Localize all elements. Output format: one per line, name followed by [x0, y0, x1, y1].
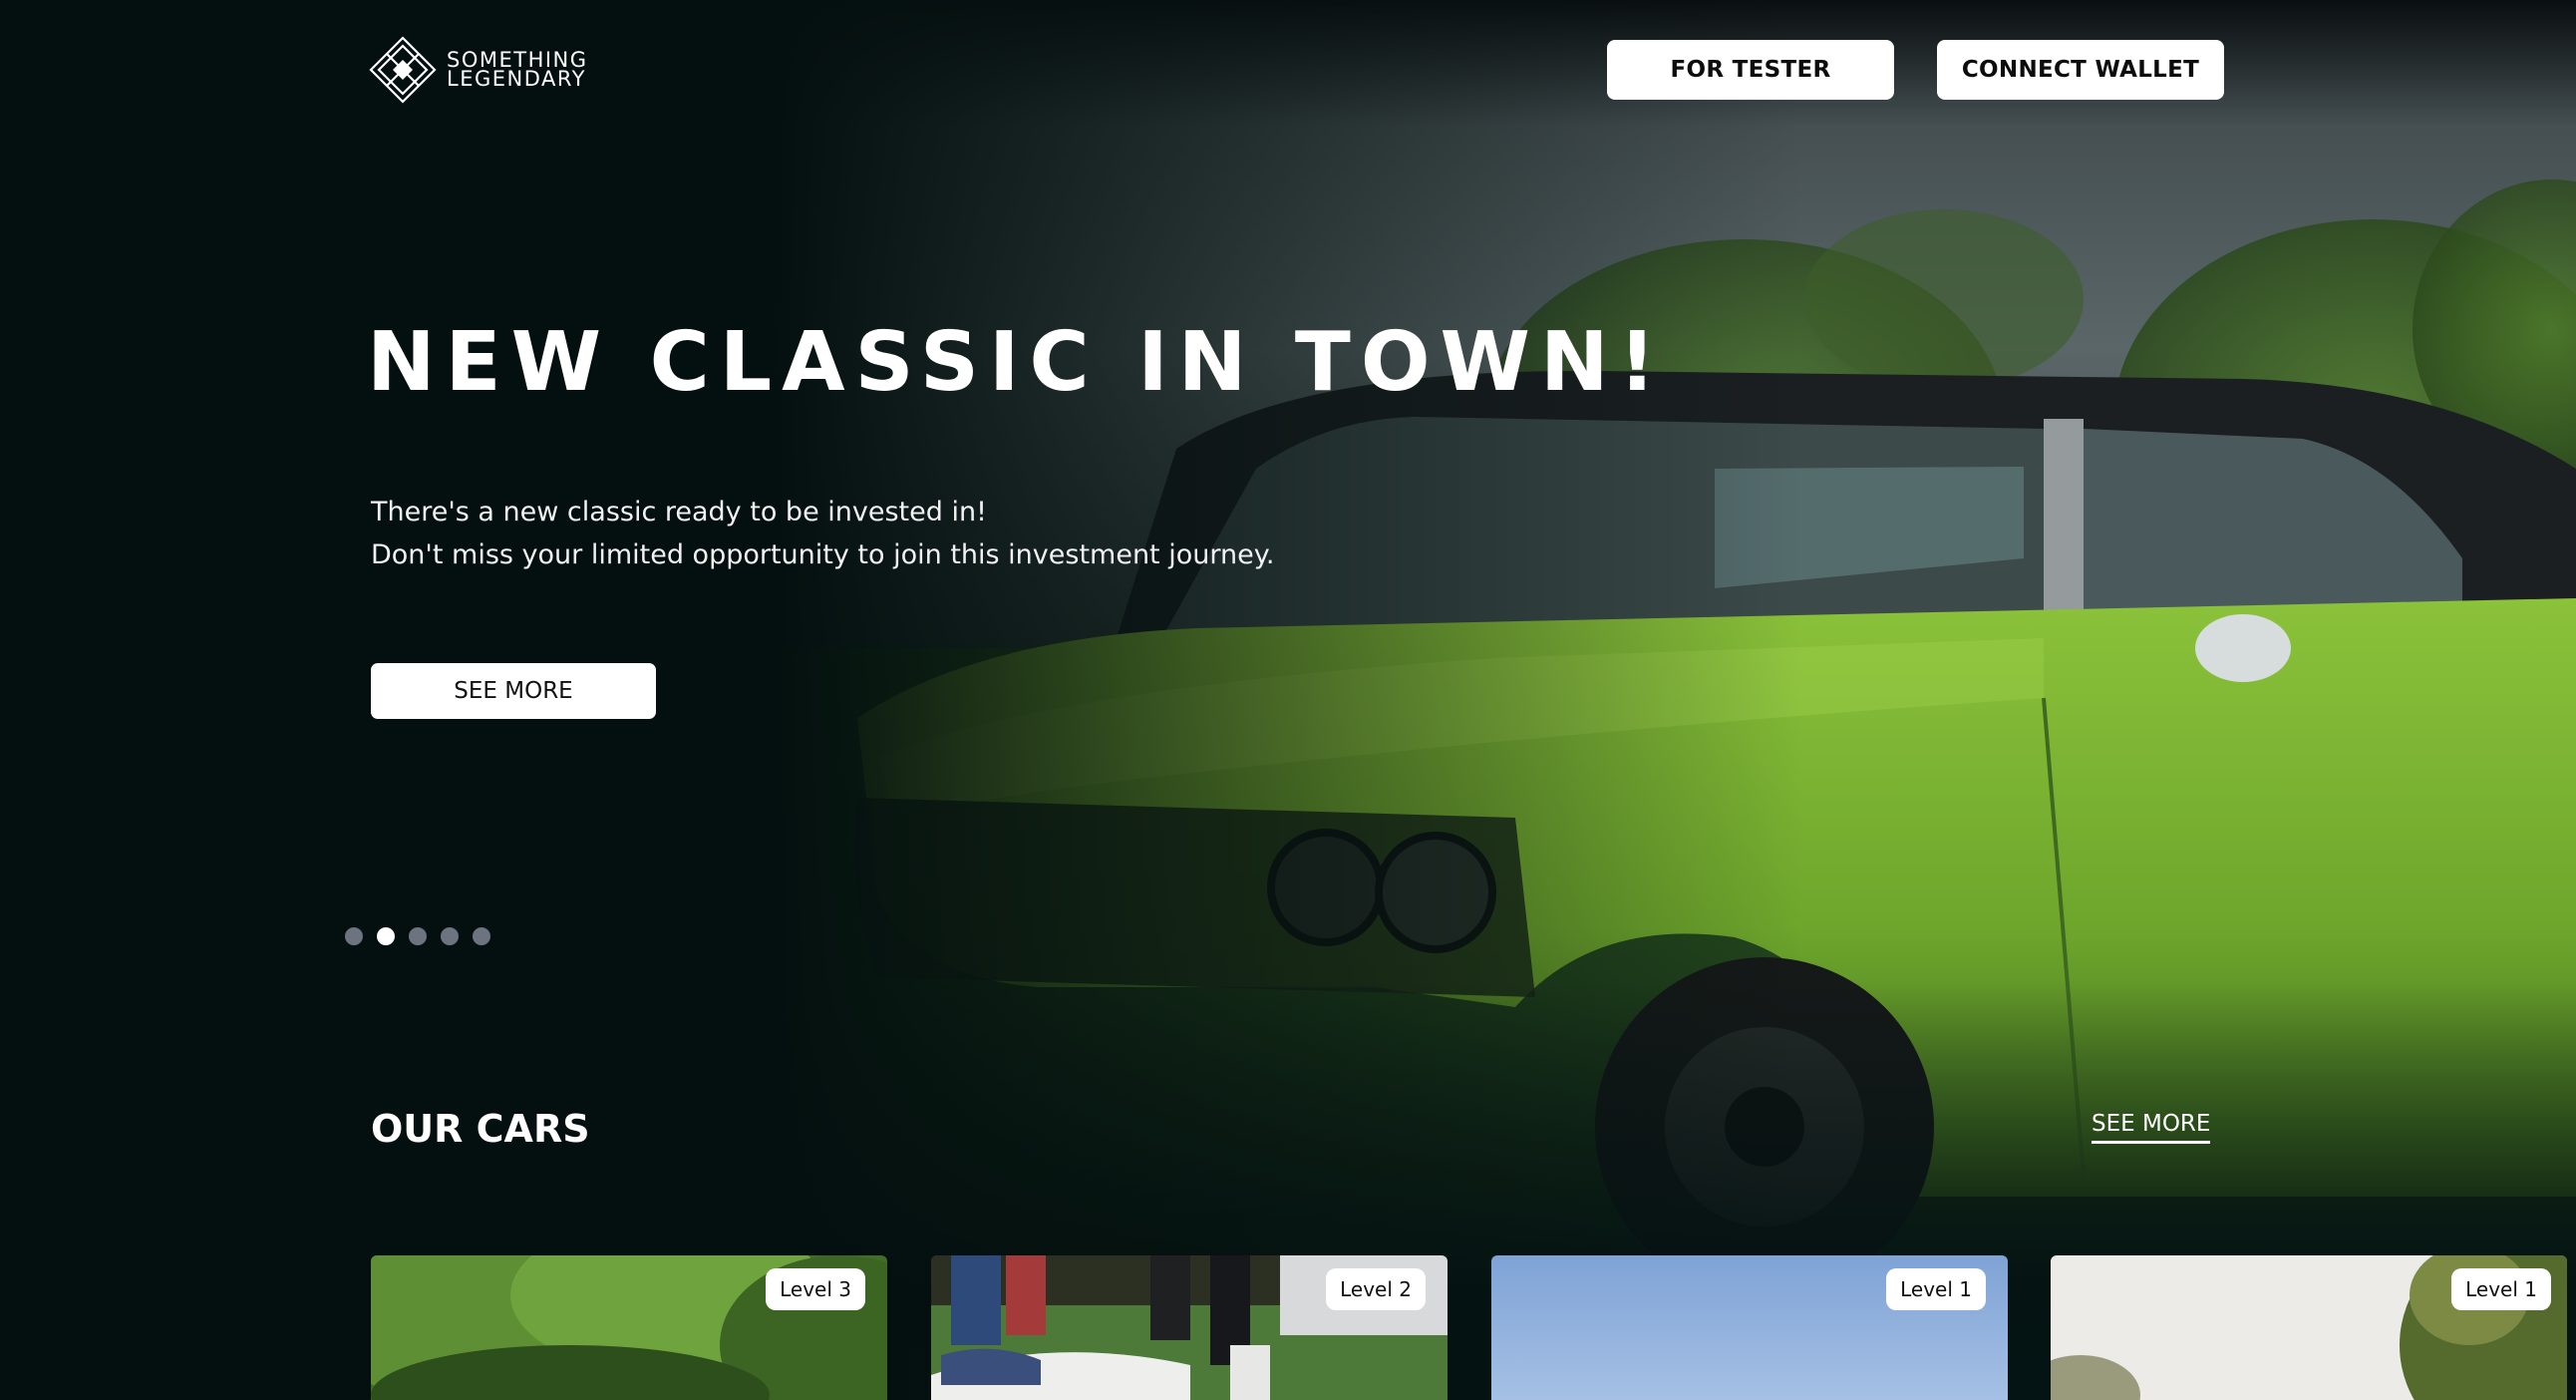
logo-line-2: LEGENDARY [447, 67, 586, 91]
our-cars-title: OUR CARS [371, 1107, 590, 1151]
carousel-indicators [345, 927, 490, 945]
car-card[interactable]: Level 3 [371, 1255, 887, 1400]
car-card[interactable]: Level 1 [2051, 1255, 2567, 1400]
car-card[interactable]: Level 2 [931, 1255, 1448, 1400]
carousel-dot-3[interactable] [409, 927, 427, 945]
logo[interactable]: SOMETHING LEGENDARY [369, 36, 588, 104]
cars-see-more-link[interactable]: SEE MORE [2092, 1111, 2211, 1144]
page: SOMETHING LEGENDARY FOR TESTER CONNECT W… [0, 0, 2576, 1400]
carousel-dot-1[interactable] [345, 927, 363, 945]
carousel-dot-5[interactable] [473, 927, 490, 945]
hero-subtitle: There's a new classic ready to be invest… [371, 491, 1274, 576]
connect-wallet-button[interactable]: CONNECT WALLET [1937, 40, 2224, 100]
hero-see-more-button[interactable]: SEE MORE [371, 663, 656, 719]
level-badge: Level 2 [1326, 1268, 1426, 1310]
hero-subtitle-line-2: Don't miss your limited opportunity to j… [371, 539, 1275, 570]
hero-subtitle-line-1: There's a new classic ready to be invest… [371, 497, 987, 527]
level-badge: Level 1 [2451, 1268, 2551, 1310]
diamond-logo-icon [369, 36, 437, 104]
carousel-dot-4[interactable] [441, 927, 459, 945]
level-badge: Level 3 [766, 1268, 865, 1310]
logo-text: SOMETHING LEGENDARY [447, 50, 588, 91]
car-card[interactable]: Level 1 [1491, 1255, 2008, 1400]
level-badge: Level 1 [1886, 1268, 1986, 1310]
carousel-dot-2[interactable] [377, 927, 395, 945]
for-tester-button[interactable]: FOR TESTER [1607, 40, 1894, 100]
hero-title: NEW CLASSIC IN TOWN! [367, 315, 1666, 410]
